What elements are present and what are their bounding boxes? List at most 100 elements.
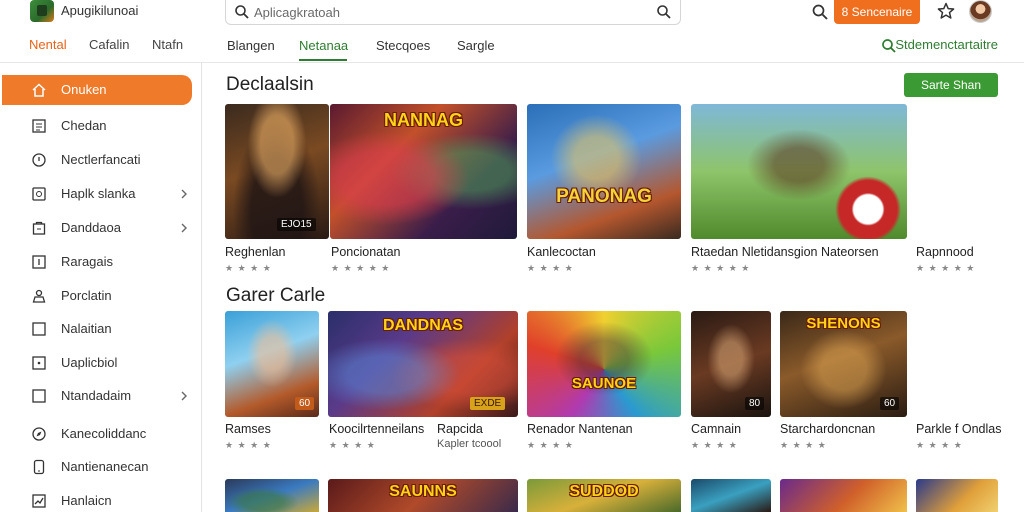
compass-icon xyxy=(32,427,46,441)
top-bar: Apugikilunoai 8 Sencenaire xyxy=(0,0,1024,25)
sidebar-item-1[interactable]: Onuken xyxy=(2,75,192,105)
game-card[interactable]: SAUNNS xyxy=(328,479,518,512)
chevron-right-icon xyxy=(181,391,187,401)
card-title: Reghenlan xyxy=(225,245,286,259)
app-title: Apugikilunoai xyxy=(61,3,139,18)
game-card[interactable]: NANNAG xyxy=(330,104,517,239)
tab-2[interactable]: Netanaa xyxy=(299,38,348,53)
sidebar-item-12[interactable]: Nantienanecan xyxy=(0,452,192,482)
search-input[interactable] xyxy=(254,3,634,21)
see-all-button[interactable]: Sarte Shan xyxy=(904,73,998,97)
sidebar-item-8[interactable]: Nalaitian xyxy=(0,314,192,344)
sidebar: Onuken Chedan Nectlerfancati Haplk slank… xyxy=(0,63,202,512)
game-card[interactable] xyxy=(780,479,907,512)
card-banner: DANDNAS xyxy=(383,317,463,334)
sidebar-item-13[interactable]: Hanlaicn xyxy=(0,486,192,512)
card-rating: ★ ★ ★ ★ xyxy=(916,440,963,450)
sidebar-item-3[interactable]: Nectlerfancati xyxy=(0,145,192,175)
sidebar-item-4[interactable]: Haplk slanka xyxy=(0,179,192,209)
sidebar-item-5[interactable]: Danddaoa xyxy=(0,213,192,243)
sidebar-item-2[interactable]: Chedan xyxy=(0,111,192,141)
right-link[interactable]: Stdemenctartaitre xyxy=(895,37,998,52)
card-rating: ★ ★ ★ ★ ★ xyxy=(916,263,976,273)
search-icon[interactable] xyxy=(811,3,829,21)
sidebar-item-9[interactable]: Uaplicbiol xyxy=(0,348,192,378)
primary-action-button[interactable]: 8 Sencenaire xyxy=(834,0,920,24)
game-card[interactable] xyxy=(691,104,907,239)
card-subtitle: Kapler tcoool xyxy=(437,438,502,450)
game-card[interactable]: SHENONS 60 xyxy=(780,311,907,417)
game-card[interactable]: 60 xyxy=(225,311,319,417)
dot-square-icon xyxy=(32,356,46,370)
game-art xyxy=(225,479,319,512)
card-title: Kanlecoctan xyxy=(527,245,596,259)
card-tag: EJO15 xyxy=(277,218,316,231)
card-banner: SAUNNS xyxy=(389,483,457,500)
avatar[interactable] xyxy=(969,0,992,23)
sidebar-item-label: Nectlerfancati xyxy=(61,152,141,167)
game-card[interactable]: 80 xyxy=(691,311,771,417)
left-tabs: Nental Cafalin Ntafn xyxy=(0,33,200,59)
card-title: Poncionatan xyxy=(331,245,401,259)
card-title: Camnain xyxy=(691,422,742,436)
sidebar-item-label: Chedan xyxy=(61,118,107,133)
left-tab-3[interactable]: Ntafn xyxy=(152,37,183,52)
folder-icon xyxy=(32,389,46,403)
chart-icon xyxy=(32,494,46,508)
game-card[interactable]: PANONAG xyxy=(527,104,681,239)
card-title: Renador Nantenan xyxy=(527,422,633,436)
card-title: Rapnnood xyxy=(916,245,974,259)
card-banner: NANNAG xyxy=(384,110,463,130)
card-banner: SHENONS xyxy=(806,315,881,332)
game-card[interactable]: SAUNOE xyxy=(527,311,681,417)
card-title: Ramses xyxy=(225,422,271,436)
star-icon[interactable] xyxy=(937,2,955,20)
tab-4[interactable]: Sargle xyxy=(457,38,495,53)
card-tag: 60 xyxy=(295,397,315,410)
sidebar-item-label: Nalaitian xyxy=(61,321,112,336)
card-rating: ★ ★ ★ ★ xyxy=(225,440,272,450)
game-card[interactable]: SUDDOD xyxy=(527,479,681,512)
game-art xyxy=(691,104,907,239)
sidebar-item-6[interactable]: Raragais xyxy=(0,247,192,277)
search-box[interactable] xyxy=(225,0,681,25)
card-rating: ★ ★ ★ ★ xyxy=(780,440,827,450)
card-title: Starchardoncnan xyxy=(780,422,876,436)
tab-1[interactable]: Blangen xyxy=(227,38,275,53)
download-icon xyxy=(32,255,46,269)
game-card[interactable] xyxy=(225,479,319,512)
card-rating: ★ ★ ★ ★ xyxy=(329,440,376,450)
game-card[interactable] xyxy=(691,479,771,512)
sidebar-item-label: Hanlaicn xyxy=(61,493,112,508)
sidebar-item-11[interactable]: Kanecoliddanc xyxy=(0,419,192,449)
game-art xyxy=(527,104,681,239)
card-title: Rtaedan Nletidansgion Nateorsen xyxy=(691,245,879,259)
card-rating: ★ ★ ★ ★ xyxy=(225,263,272,273)
sidebar-item-label: Nantienanecan xyxy=(61,459,149,474)
left-tab-2[interactable]: Cafalin xyxy=(89,37,129,52)
search-icon xyxy=(235,5,249,19)
sidebar-item-label: Porclatin xyxy=(61,288,112,303)
game-card[interactable] xyxy=(916,479,998,512)
card-banner: SUDDOD xyxy=(569,483,639,500)
game-card[interactable]: EJO15 xyxy=(225,104,329,239)
game-card[interactable]: DANDNAS EXDE xyxy=(328,311,518,417)
left-tab-1[interactable]: Nental xyxy=(29,37,67,52)
sidebar-item-label: Kanecoliddanc xyxy=(61,426,147,441)
app-logo[interactable] xyxy=(30,0,54,22)
sidebar-item-label: Raragais xyxy=(61,254,114,269)
tab-3[interactable]: Stecqoes xyxy=(376,38,430,53)
sidebar-item-label: Onuken xyxy=(61,82,107,97)
bag-icon xyxy=(32,221,46,235)
section-title: Garer Carle xyxy=(226,285,326,306)
sidebar-item-label: Ntandadaim xyxy=(61,388,132,403)
chevron-right-icon xyxy=(181,189,187,199)
card-rating: ★ ★ ★ ★ ★ xyxy=(691,263,751,273)
card-title: Parkle f Ondlas xyxy=(916,422,1002,436)
search-submit-icon[interactable] xyxy=(656,4,672,20)
square-icon xyxy=(32,322,46,336)
card-tag: EXDE xyxy=(470,397,506,410)
card-banner: SAUNOE xyxy=(571,375,637,392)
sidebar-item-7[interactable]: Porclatin xyxy=(0,281,192,311)
sidebar-item-10[interactable]: Ntandadaim xyxy=(0,381,192,411)
